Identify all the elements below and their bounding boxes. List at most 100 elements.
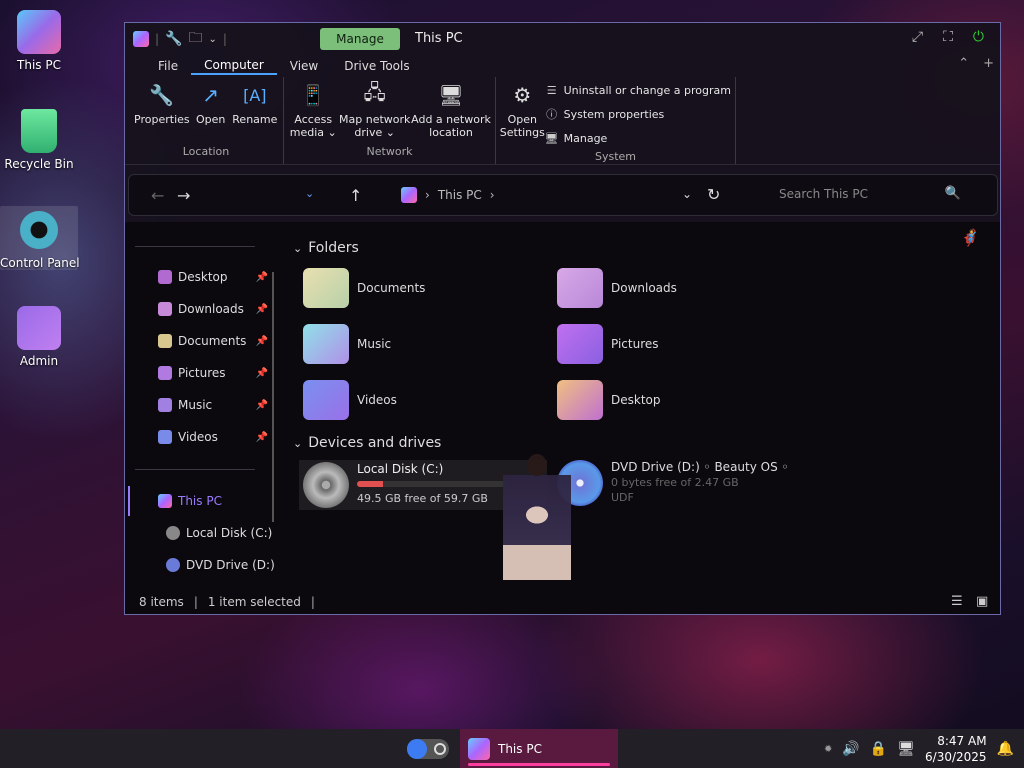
minimize-icon[interactable]: ⤢ xyxy=(912,29,923,45)
new-folder-icon[interactable]: 🗀 xyxy=(188,27,202,51)
volume-icon[interactable]: 🔊 xyxy=(842,741,859,757)
tab-view[interactable]: View xyxy=(277,59,331,73)
close-icon[interactable]: ⏻ xyxy=(973,29,984,45)
breadcrumb[interactable]: › This PC › xyxy=(401,187,495,203)
taskbar-app-this-pc[interactable]: This PC xyxy=(460,729,618,768)
nav-divider xyxy=(135,246,255,247)
folder-desktop[interactable]: Desktop xyxy=(557,380,661,420)
pin-icon[interactable]: 📌 xyxy=(256,368,268,379)
desktop-icon-recycle-bin[interactable]: Recycle Bin xyxy=(0,109,78,171)
open-settings-button[interactable]: ⚙ Open Settings xyxy=(500,79,545,139)
add-network-location-button[interactable]: 🖥 Add a network location xyxy=(411,81,491,139)
desktop-icon-label: Admin xyxy=(19,354,59,368)
plus-icon[interactable]: + xyxy=(983,56,994,71)
desktop-icon-label: This PC xyxy=(17,58,61,72)
notifications-icon[interactable]: 🔔 xyxy=(997,741,1014,757)
user-folder-icon xyxy=(17,306,61,350)
folder-videos[interactable]: Videos xyxy=(303,380,397,420)
nav-divider xyxy=(135,469,255,470)
desktop-icon-control-panel[interactable]: Control Panel xyxy=(0,206,80,270)
toolbar-separator: | xyxy=(222,32,227,46)
folders-header-label: Folders xyxy=(308,240,359,256)
folder-label: Documents xyxy=(357,281,426,295)
rename-icon: [A] xyxy=(243,85,267,105)
documents-folder-icon xyxy=(158,334,172,348)
access-media-button[interactable]: 📱 Access media ⌄ xyxy=(288,81,338,139)
toolbar-separator: | xyxy=(155,32,160,46)
ribbon: 🔧 Properties ↗ Open [A] Rename Location … xyxy=(125,77,1000,165)
details-view-icon[interactable]: ☰ xyxy=(951,594,963,609)
nav-scrollbar[interactable] xyxy=(272,272,274,522)
nav-item-this-pc[interactable]: This PC xyxy=(158,494,268,508)
chevron-down-icon[interactable]: ⌄ xyxy=(208,34,216,45)
nav-item-local-disk[interactable]: Local Disk (C:) xyxy=(166,526,276,540)
status-separator: | xyxy=(310,595,315,609)
folder-music[interactable]: Music xyxy=(303,324,391,364)
tab-drive-tools[interactable]: Drive Tools xyxy=(331,59,422,73)
downloads-folder-icon xyxy=(158,302,172,316)
music-folder-icon xyxy=(303,324,349,364)
open-label: Open xyxy=(195,113,226,126)
pin-icon[interactable]: 📌 xyxy=(256,400,268,411)
folder-pictures[interactable]: Pictures xyxy=(557,324,659,364)
search-input[interactable]: Search This PC xyxy=(779,187,868,201)
tab-manage[interactable]: Manage xyxy=(320,28,400,50)
breadcrumb-this-pc[interactable]: This PC xyxy=(438,188,482,202)
desktop-icon-this-pc[interactable]: This PC xyxy=(0,10,78,72)
rename-button[interactable]: [A] Rename xyxy=(231,81,279,127)
maximize-icon[interactable]: ⛶ xyxy=(943,29,953,45)
ribbon-tabs: File Computer View Drive Tools ⌃ + xyxy=(125,55,1000,77)
collapse-ribbon-icon[interactable]: ⌃ xyxy=(958,56,969,71)
tab-file[interactable]: File xyxy=(145,59,191,73)
manage-label: Manage xyxy=(563,131,608,145)
folder-documents[interactable]: Documents xyxy=(303,268,425,308)
this-pc-icon xyxy=(468,737,490,760)
wrench-icon[interactable]: 🔧 xyxy=(165,31,182,47)
tiles-view-icon[interactable]: ▣ xyxy=(976,594,988,609)
manage-button[interactable]: 🖥 Manage xyxy=(545,127,731,149)
clock[interactable]: 8:47 AM 6/30/2025 xyxy=(925,733,987,765)
nav-item-videos[interactable]: Videos 📌 xyxy=(158,430,268,444)
security-icon[interactable]: 🔒 xyxy=(870,741,887,757)
folders-header[interactable]: ⌄ Folders xyxy=(293,240,359,256)
chevron-down-icon: ⌄ xyxy=(293,436,303,450)
back-arrow-icon[interactable]: ← xyxy=(151,186,164,205)
pin-icon[interactable]: 📌 xyxy=(256,304,268,315)
folder-downloads[interactable]: Downloads xyxy=(557,268,677,308)
desktop-icon-admin[interactable]: Admin xyxy=(0,306,78,368)
nav-item-label: DVD Drive (D:) xyxy=(186,558,275,572)
up-arrow-icon[interactable]: ↑ xyxy=(349,186,362,205)
devices-drives-header[interactable]: ⌄ Devices and drives xyxy=(293,435,441,451)
nav-item-dvd-drive[interactable]: DVD Drive (D:) xyxy=(166,558,276,572)
map-network-drive-button[interactable]: 🖧 Map network drive ⌄ xyxy=(338,80,411,139)
decorative-character-image xyxy=(503,445,571,590)
nav-item-desktop[interactable]: Desktop 📌 xyxy=(158,270,268,284)
drive-dvd-d[interactable]: DVD Drive (D:) ◦ Beauty OS ◦ 0 bytes fre… xyxy=(557,460,789,506)
recent-locations-chevron-icon[interactable]: ⌄ xyxy=(305,187,314,200)
address-dropdown-icon[interactable]: ⌄ xyxy=(682,187,692,201)
group-label-location: Location xyxy=(182,145,230,158)
nav-item-pictures[interactable]: Pictures 📌 xyxy=(158,366,268,380)
forward-arrow-icon[interactable]: → xyxy=(177,186,190,205)
properties-button[interactable]: 🔧 Properties xyxy=(133,81,191,126)
system-properties-button[interactable]: ⓘ System properties xyxy=(545,103,731,125)
system-actions: ☰ Uninstall or change a program ⓘ System… xyxy=(545,79,731,149)
pin-icon[interactable]: 📌 xyxy=(256,432,268,443)
pin-icon[interactable]: 📌 xyxy=(256,272,268,283)
tab-computer[interactable]: Computer xyxy=(191,58,277,75)
widget-toggle[interactable] xyxy=(407,739,449,759)
network-icon[interactable]: 🖥 xyxy=(897,741,915,757)
nav-item-documents[interactable]: Documents 📌 xyxy=(158,334,268,348)
nav-item-label: Downloads xyxy=(178,302,244,316)
window-controls: ⤢ ⛶ ⏻ xyxy=(912,29,984,45)
brightness-icon[interactable]: ✹ xyxy=(824,744,832,755)
uninstall-program-button[interactable]: ☰ Uninstall or change a program xyxy=(545,79,731,101)
clock-time: 8:47 AM xyxy=(937,734,987,748)
search-icon[interactable]: 🔍 xyxy=(945,186,961,201)
nav-item-music[interactable]: Music 📌 xyxy=(158,398,268,412)
refresh-icon[interactable]: ↻ xyxy=(707,185,720,204)
gear-icon: ⚙ xyxy=(513,83,532,107)
nav-item-downloads[interactable]: Downloads 📌 xyxy=(158,302,268,316)
pin-icon[interactable]: 📌 xyxy=(256,336,268,347)
open-button[interactable]: ↗ Open xyxy=(191,81,231,126)
